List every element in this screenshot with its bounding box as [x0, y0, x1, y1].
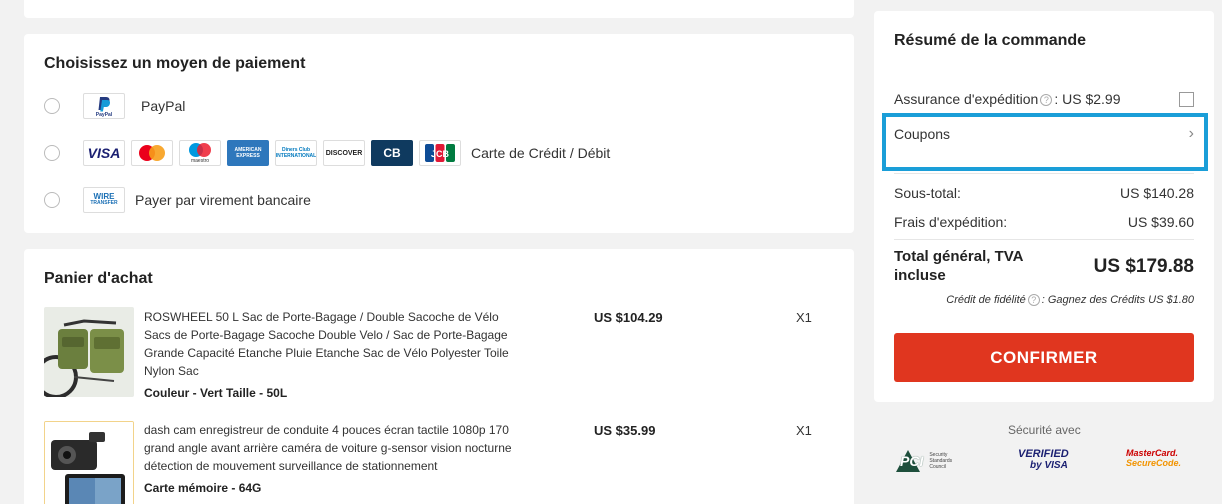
payment-option-wire[interactable]: WIRE TRANSFER Payer par virement bancair…	[44, 186, 311, 214]
shipping-fee-label: Frais d'expédition:	[894, 214, 1008, 230]
subtotal-value: US $140.28	[1120, 185, 1194, 201]
mastercard-securecode-logo-icon: MasterCard. SecureCode.	[1126, 448, 1182, 468]
grand-total-row: Total général, TVA incluse US $179.88	[894, 247, 1194, 285]
verified-by-visa-logo-icon: VERIFIED by VISA	[1018, 448, 1069, 471]
wire-transfer-logo-icon: WIRE TRANSFER	[83, 187, 125, 213]
help-icon[interactable]: ?	[1040, 94, 1053, 107]
shopping-cart-card: Panier d'achat ROSWHEEL 50 L Sac de Port…	[24, 249, 854, 504]
payment-section-title: Choisissez un moyen de paiement	[44, 55, 306, 72]
subtotal-row: Sous-total: US $140.28	[894, 185, 1194, 201]
grand-total-value: US $179.88	[1093, 256, 1194, 277]
pci-logo-icon: PCI Security Standards Council	[894, 448, 969, 474]
card-radio[interactable]	[44, 145, 60, 161]
diners-logo-icon: Diners Club INTERNATIONAL	[275, 140, 317, 166]
insurance-label: Assurance d'expédition	[894, 91, 1039, 107]
help-icon[interactable]: ?	[1027, 294, 1040, 307]
product-quantity: X1	[796, 423, 812, 438]
product-image-dash-cam[interactable]	[44, 421, 134, 504]
grand-total-label: Total général, TVA incluse	[894, 248, 1023, 284]
payment-option-paypal[interactable]: PayPal PayPal	[44, 92, 185, 120]
insurance-value: : US $2.99	[1054, 91, 1121, 107]
shipping-fee-value: US $39.60	[1127, 214, 1194, 230]
subtotal-label: Sous-total:	[894, 185, 961, 201]
cb-logo-icon: CB	[371, 140, 413, 166]
summary-title: Résumé de la commande	[894, 32, 1087, 49]
insurance-checkbox[interactable]	[1179, 91, 1194, 107]
divider	[894, 173, 1194, 174]
product-image-bike-bag[interactable]	[44, 307, 134, 397]
previous-section-card	[24, 0, 854, 18]
loyalty-value: : Gagnez des Crédits US $1.80	[1041, 294, 1194, 306]
svg-text:JCB: JCB	[431, 149, 450, 159]
confirm-button[interactable]: CONFIRMER	[894, 333, 1194, 382]
wire-radio[interactable]	[44, 192, 60, 208]
product-variant: Couleur - Vert Taille - 50L	[144, 386, 288, 400]
product-price: US $104.29	[594, 310, 663, 325]
order-summary-card: Résumé de la commande Assurance d'expédi…	[874, 11, 1214, 402]
visa-logo-icon: VISA	[83, 140, 125, 166]
divider	[894, 239, 1194, 240]
payment-option-card[interactable]: VISA maestro AMERICAN EXPRESS Diners Clu…	[44, 139, 610, 167]
shipping-insurance-row: Assurance d'expédition?: US $2.99	[894, 91, 1194, 107]
product-quantity: X1	[796, 310, 812, 325]
discover-logo-icon: DISCOVER	[323, 140, 365, 166]
paypal-logo-icon: PayPal	[83, 93, 125, 119]
jcb-logo-icon: JCB	[419, 140, 461, 166]
paypal-label: PayPal	[141, 98, 186, 114]
payment-method-card: Choisissez un moyen de paiement PayPal P…	[24, 34, 854, 233]
amex-logo-icon: AMERICAN EXPRESS	[227, 140, 269, 166]
cart-section-title: Panier d'achat	[44, 270, 153, 287]
product-title[interactable]: dash cam enregistreur de conduite 4 pouc…	[144, 421, 514, 475]
mastercard-logo-icon	[131, 140, 173, 166]
security-title: Sécurité avec	[1008, 423, 1081, 437]
svg-text:PayPal: PayPal	[96, 112, 113, 118]
wire-label: Payer par virement bancaire	[135, 192, 311, 208]
loyalty-credit-note: Crédit de fidélité?: Gagnez des Crédits …	[946, 294, 1194, 307]
coupon-highlight-box	[882, 113, 1208, 171]
product-title[interactable]: ROSWHEEL 50 L Sac de Porte-Bagage / Doub…	[144, 308, 514, 380]
paypal-radio[interactable]	[44, 98, 60, 114]
product-price: US $35.99	[594, 423, 656, 438]
product-variant: Carte mémoire - 64G	[144, 481, 262, 495]
shipping-fee-row: Frais d'expédition: US $39.60	[894, 214, 1194, 230]
loyalty-label: Crédit de fidélité	[946, 294, 1026, 306]
card-label: Carte de Crédit / Débit	[471, 145, 611, 161]
maestro-logo-icon: maestro	[179, 140, 221, 166]
